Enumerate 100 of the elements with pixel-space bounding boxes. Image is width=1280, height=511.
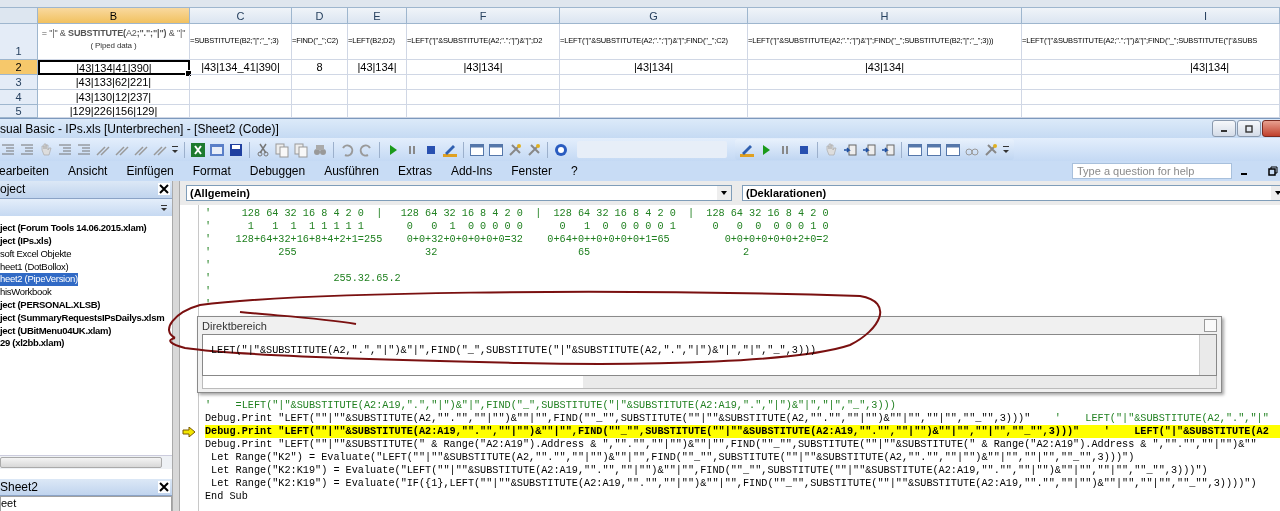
table-cell[interactable] <box>1022 75 1280 90</box>
row-header[interactable]: 3 <box>0 75 38 90</box>
close-button[interactable] <box>1262 120 1280 137</box>
window-icon[interactable] <box>469 141 485 158</box>
menu-item[interactable]: Format <box>192 164 231 178</box>
object-dropdown[interactable]: (Allgemein) <box>186 185 732 201</box>
tree-item[interactable]: ject (SummaryRequestsIPsDailys.xlsm <box>0 311 165 325</box>
restore-button[interactable] <box>1268 166 1278 176</box>
table-cell[interactable] <box>1022 90 1280 105</box>
table-cell[interactable]: |43|134| <box>1022 60 1280 75</box>
cell-note: ( Piped data ) <box>90 41 137 50</box>
indent-icon[interactable] <box>0 141 16 158</box>
menu-item[interactable]: earbeiten <box>0 164 50 178</box>
table-cell[interactable] <box>407 75 560 90</box>
column-header[interactable]: H <box>748 8 1022 24</box>
table-cell[interactable] <box>190 75 292 90</box>
table-cell[interactable]: |43|133|62|221| <box>38 75 190 90</box>
paste-icon[interactable] <box>293 141 309 158</box>
help-icon[interactable] <box>553 141 569 158</box>
hand-icon[interactable] <box>38 141 54 158</box>
table-cell[interactable] <box>560 75 748 90</box>
menu-item[interactable]: Einfügen <box>126 164 174 178</box>
table-cell[interactable] <box>560 90 748 105</box>
table-cell[interactable]: |43|134| <box>748 60 1022 75</box>
indent-icon[interactable] <box>76 141 92 158</box>
close-icon[interactable] <box>158 481 170 493</box>
tree-item[interactable]: ject (Forum Tools 14.06.2015.xlam) <box>0 222 147 236</box>
tools-icon[interactable] <box>507 141 523 158</box>
window-icon[interactable] <box>945 141 961 158</box>
table-cell[interactable] <box>292 75 348 90</box>
table-cell[interactable] <box>348 90 407 105</box>
column-header[interactable]: F <box>407 8 560 24</box>
select-all-corner[interactable] <box>0 8 38 24</box>
table-cell[interactable]: |43|134| <box>560 60 748 75</box>
menu-item[interactable]: Ansicht <box>68 164 108 178</box>
tree-item[interactable]: heet1 (DotBollox) <box>0 260 69 274</box>
code-line: ' <box>205 259 212 272</box>
table-cell[interactable] <box>748 75 1022 90</box>
code-line: Let Range("K2") = Evaluate("LEFT(""|""&SUBSTITUTE(A2,""."",""|"")&""|"",FIND(""_"",SUBSTITUTE(""|""&SUBSTITUTE(A2,""."",""|"")&""|"",""|"",""_"",3)))") <box>210 451 1135 464</box>
window-icon[interactable] <box>488 141 504 158</box>
table-cell[interactable]: |43|134| <box>348 60 407 75</box>
table-cell[interactable]: |43|134| <box>407 60 560 75</box>
window-icon[interactable] <box>926 141 942 158</box>
copy-icon[interactable] <box>274 141 290 158</box>
row-header[interactable]: 2 <box>0 60 38 75</box>
horizontal-scrollbar[interactable] <box>0 455 172 469</box>
minimize-button[interactable] <box>1212 120 1236 137</box>
row-header[interactable]: 4 <box>0 90 38 105</box>
scissors-icon[interactable] <box>255 141 271 158</box>
table-cell[interactable]: |43|134|41|390| <box>38 60 190 75</box>
window-title: sual Basic - IPs.xls [Unterbrechen] - [Sheet2 (Code)] <box>0 121 280 136</box>
column-header[interactable]: C <box>190 8 292 24</box>
tree-item[interactable]: ject (UBitMenu04UK.xlam) <box>0 324 112 338</box>
table-cell[interactable] <box>292 90 348 105</box>
tree-item[interactable]: soft Excel Objekte <box>0 247 72 261</box>
row-header[interactable]: 1 <box>0 24 38 60</box>
close-icon[interactable] <box>158 183 170 196</box>
tree-item[interactable]: ject (PERSONAL.XLSB) <box>0 299 101 312</box>
column-header[interactable]: B <box>38 8 190 24</box>
step-icon[interactable] <box>842 141 858 158</box>
procedure-dropdown[interactable]: (Deklarationen) <box>742 185 1280 201</box>
menu-item[interactable]: Add-Ins <box>450 164 493 178</box>
indent-icon[interactable] <box>19 141 35 158</box>
menu-item[interactable]: ? <box>570 164 578 178</box>
object-dropdown[interactable]: eet <box>0 496 172 511</box>
table-cell[interactable]: 8 <box>292 60 348 75</box>
maximize-icon[interactable] <box>1244 123 1254 134</box>
tree-item[interactable]: 29 (xl2bb.xlam) <box>0 337 65 351</box>
column-header[interactable]: E <box>348 8 407 24</box>
table-cell[interactable] <box>748 90 1022 105</box>
menu-item[interactable]: Fenster <box>511 164 552 178</box>
close-button[interactable] <box>1204 319 1217 332</box>
table-cell[interactable]: |43|130|12|237| <box>38 90 190 105</box>
menu-item[interactable]: Ausführen <box>324 164 379 178</box>
table-cell[interactable]: |43|134_41|390| <box>190 60 292 75</box>
column-header[interactable]: I <box>1022 8 1280 24</box>
tree-item[interactable]: heet2 (PipeVersion) <box>0 273 78 287</box>
menu-item[interactable]: Debuggen <box>249 164 306 178</box>
tools-icon[interactable] <box>526 141 542 158</box>
table-cell[interactable]: = "|" & SUBSTITUTE(A2;".";"|") & "|" ( Piped data ) <box>38 24 190 60</box>
row-header[interactable]: 5 <box>0 105 38 118</box>
menu-item[interactable]: Extras <box>397 164 432 178</box>
indent-icon[interactable] <box>57 141 73 158</box>
horizontal-scrollbar[interactable] <box>202 376 1217 389</box>
tree-item[interactable]: hisWorkbook <box>0 286 52 299</box>
save-icon[interactable] <box>228 141 244 158</box>
table-cell[interactable] <box>407 90 560 105</box>
code-line: ' 128+64+32+16+8+4+2+1=255 0+0+32+0+0+0+0+0=32 0+64+0++0+0+0+0+1=65 0+0+0+0+0+0+2+0=2 <box>205 233 829 246</box>
tree-item[interactable]: ject (IPs.xls) <box>0 235 52 248</box>
table-cell[interactable] <box>190 90 292 105</box>
spreadsheet-icon[interactable] <box>190 141 206 158</box>
column-header[interactable]: D <box>292 8 348 24</box>
step-icon[interactable] <box>880 141 896 158</box>
table-cell[interactable] <box>348 75 407 90</box>
vertical-scrollbar[interactable] <box>1199 335 1216 375</box>
maximize-button[interactable] <box>1237 120 1261 137</box>
column-header[interactable]: G <box>560 8 748 24</box>
window-icon[interactable] <box>907 141 923 158</box>
step-icon[interactable] <box>861 141 877 158</box>
help-search-field[interactable]: Type a question for help <box>1072 163 1232 179</box>
